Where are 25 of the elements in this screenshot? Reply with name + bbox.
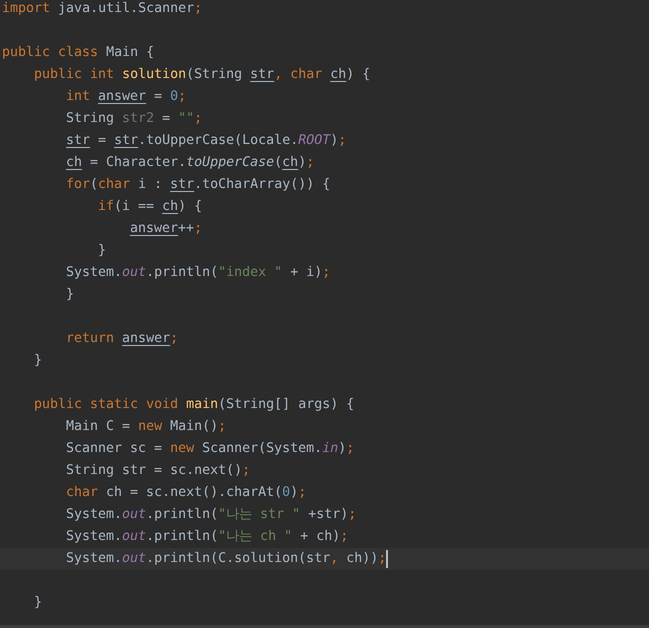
code-line: }: [98, 242, 106, 260]
code-line: }: [34, 352, 42, 370]
code-line: return answer;: [66, 330, 178, 348]
code-line: import java.util.Scanner;: [2, 0, 202, 18]
code-line: str = str.toUpperCase(Locale.ROOT);: [66, 132, 346, 150]
code-line: for(char i : str.toCharArray()) {: [66, 176, 330, 194]
code-line: public static void main(String[] args) {: [34, 396, 354, 414]
code-line: }: [66, 286, 74, 304]
code-line: System.out.println("index " + i);: [66, 264, 330, 282]
code-line: String str2 = "";: [66, 110, 202, 128]
code-line: Main C = new Main();: [66, 418, 226, 436]
code-line: char ch = sc.next().charAt(0);: [66, 484, 306, 502]
code-line: System.out.println(C.solution(str, ch));: [66, 550, 386, 568]
code-line: public class Main {: [2, 44, 154, 62]
code-line: System.out.println("나는 ch " + ch);: [66, 528, 348, 546]
code-line: if(i == ch) {: [98, 198, 202, 216]
text-cursor: [386, 550, 388, 568]
code-line: public int solution(String str, char ch) {: [34, 66, 370, 84]
code-line: System.out.println("나는 str " +str);: [66, 506, 356, 524]
code-line: ch = Character.toUpperCase(ch);: [66, 154, 314, 172]
code-line: String str = sc.next();: [66, 462, 250, 480]
code-line: }: [34, 594, 42, 612]
code-line: int answer = 0;: [66, 88, 186, 106]
code-line: Scanner sc = new Scanner(System.in);: [66, 440, 354, 458]
code-line: answer++;: [130, 220, 202, 238]
